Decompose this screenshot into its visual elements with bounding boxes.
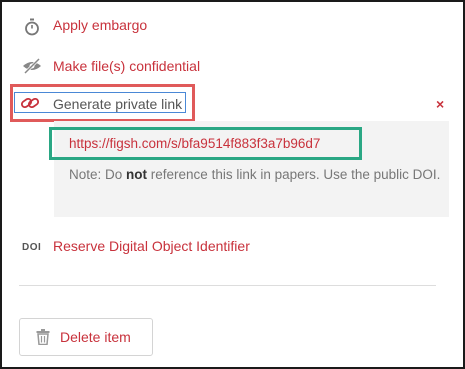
note-prefix: Note: Do [69, 167, 127, 182]
generate-private-link-button[interactable]: Generate private link [53, 96, 182, 112]
doi-icon: DOI [22, 242, 42, 253]
stopwatch-icon [24, 18, 40, 36]
trash-icon [36, 329, 50, 350]
delete-item-button[interactable]: Delete item [19, 318, 153, 356]
private-link-note: Note: Do not reference this link in pape… [69, 165, 444, 185]
private-link-url[interactable]: https://figsh.com/s/bfa9514f883f3a7b96d7 [69, 136, 320, 151]
close-icon[interactable]: × [436, 96, 444, 112]
reserve-doi-link[interactable]: Reserve Digital Object Identifier [53, 238, 250, 254]
delete-item-label: Delete item [60, 329, 131, 345]
eye-slash-icon [22, 58, 42, 74]
item-actions-panel: Apply embargo Make file(s) confidential … [0, 0, 465, 369]
make-confidential-link[interactable]: Make file(s) confidential [53, 58, 200, 74]
apply-embargo-link[interactable]: Apply embargo [53, 17, 147, 33]
note-suffix: reference this link in papers. Use the p… [147, 167, 441, 182]
note-emphasis: not [126, 167, 148, 182]
chain-link-icon [20, 95, 40, 111]
divider [19, 285, 436, 286]
